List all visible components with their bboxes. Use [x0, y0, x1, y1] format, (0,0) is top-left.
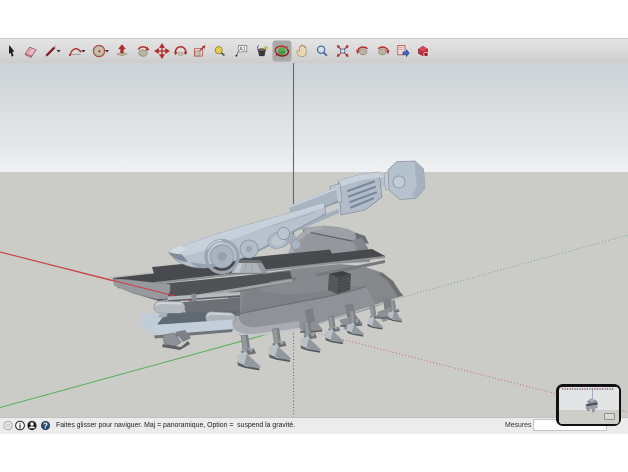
svg-text:A1: A1: [239, 46, 245, 52]
svg-text:?: ?: [43, 422, 48, 431]
